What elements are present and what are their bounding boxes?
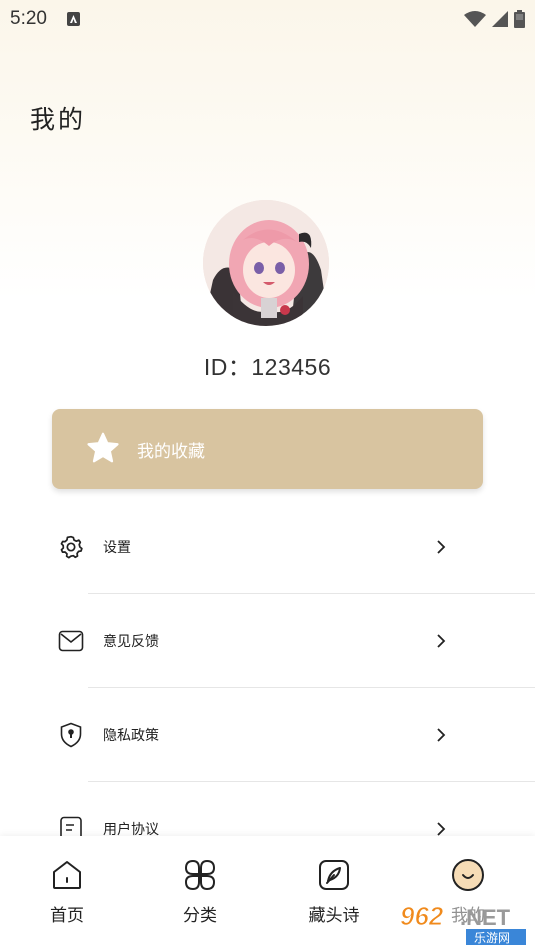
svg-text:962: 962 [400, 901, 444, 931]
tab-label: 藏头诗 [308, 906, 360, 926]
chevron-right-icon [437, 822, 446, 836]
smiley-icon [451, 858, 485, 892]
menu-item-label: 意见反馈 [103, 634, 159, 650]
cell-signal-icon [492, 11, 508, 27]
menu-item-feedback[interactable]: 意见反馈 [0, 594, 535, 688]
watermark-logo: 962 .NET 乐游网 [396, 895, 530, 947]
gear-icon [58, 534, 84, 560]
menu-item-label: 隐私政策 [103, 728, 159, 744]
avatar-image [203, 200, 329, 326]
chevron-right-icon [437, 634, 446, 648]
favorites-button[interactable]: 我的收藏 [52, 409, 483, 489]
svg-text:乐游网: 乐游网 [474, 931, 510, 945]
battery-icon [514, 10, 525, 28]
avatar[interactable] [203, 200, 329, 326]
chevron-right-icon [437, 540, 446, 554]
wifi-icon [464, 11, 486, 27]
chevron-right-icon [437, 728, 446, 742]
tab-home[interactable]: 首页 [0, 836, 134, 936]
mail-icon [58, 628, 84, 654]
favorites-label: 我的收藏 [137, 441, 205, 462]
settings-menu: 设置 意见反馈 隐私政策 用户协议 [0, 500, 535, 876]
menu-item-privacy[interactable]: 隐私政策 [0, 688, 535, 782]
star-icon [87, 432, 119, 463]
grid-icon [183, 858, 217, 892]
home-icon [50, 858, 84, 892]
notification-icon [66, 12, 80, 26]
tab-label: 分类 [183, 906, 217, 926]
user-id: ID：123456 [203, 354, 332, 380]
status-time: 5:20 [10, 8, 47, 29]
menu-item-label: 设置 [103, 540, 131, 556]
status-bar: 5:20 [0, 0, 535, 38]
tab-category[interactable]: 分类 [133, 836, 267, 936]
shield-icon [58, 722, 84, 748]
svg-text:.NET: .NET [460, 905, 511, 930]
feather-icon [317, 858, 351, 892]
menu-item-settings[interactable]: 设置 [0, 500, 535, 594]
tab-label: 首页 [50, 906, 84, 926]
tab-acrostic[interactable]: 藏头诗 [267, 836, 401, 936]
status-icons [464, 10, 525, 28]
page-title: 我的 [30, 105, 87, 134]
